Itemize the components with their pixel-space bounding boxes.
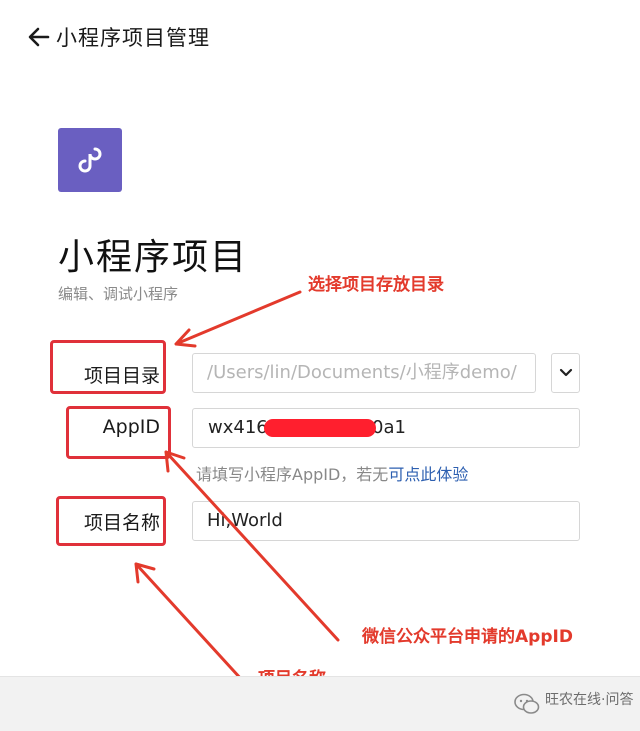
footer-band bbox=[0, 676, 640, 731]
arrow-name bbox=[134, 562, 244, 682]
arrow-appid bbox=[164, 450, 340, 642]
arrow-dir bbox=[174, 290, 302, 348]
annotation-arrows bbox=[134, 290, 340, 682]
annotation-appid-note: 微信公众平台申请的AppID bbox=[362, 627, 573, 647]
watermark-text: 旺农在线·问答 bbox=[545, 692, 634, 708]
wechat-icon bbox=[514, 693, 540, 714]
annotation-dir-note: 选择项目存放目录 bbox=[308, 275, 444, 295]
